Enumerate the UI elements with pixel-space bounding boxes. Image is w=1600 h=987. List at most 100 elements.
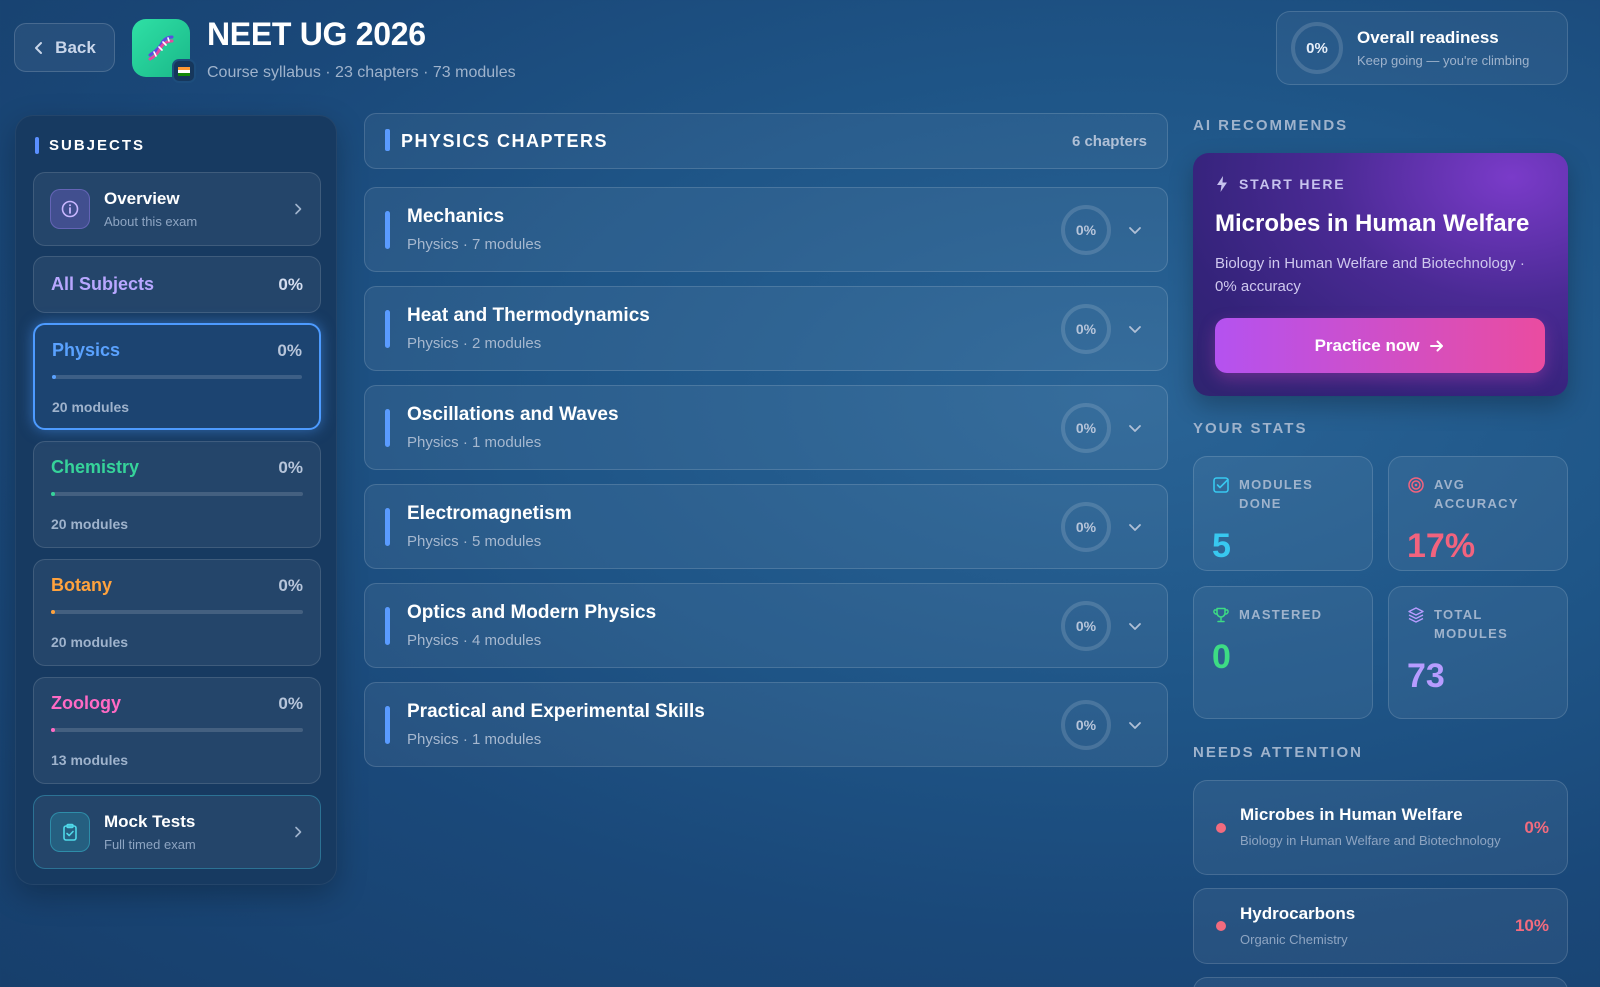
attention-title: Hydrocarbons [1240,903,1356,923]
chevron-down-icon[interactable] [1127,420,1143,436]
chevron-left-icon [35,41,43,54]
subject-name: Chemistry [51,457,140,477]
page-title: NEET UG 2026 [207,16,426,52]
chapter-title: Practical and Experimental Skills [407,701,705,722]
attention-item[interactable]: Microbes in Human Welfare Biology in Hum… [1193,780,1568,875]
chevron-right-icon [295,203,302,215]
chapter-accent-bar [385,507,390,546]
dna-icon [148,35,174,61]
subject-modules: 20 modules [52,399,130,415]
subject-progress-bar [51,492,303,496]
subject-modules: 20 modules [51,634,129,650]
chevron-down-icon[interactable] [1127,222,1143,238]
chapter-subtitle: Physics · 7 modules [407,236,542,253]
mock-tests-subtitle: Full timed exam [104,837,196,852]
chapter-card[interactable]: Heat and Thermodynamics Physics · 2 modu… [364,286,1168,371]
info-icon [61,200,79,218]
info-icon-box [50,189,90,229]
stat-card-total-modules: TOTAL MODULES 73 [1388,586,1568,719]
chapter-progress-ring: 0% [1061,303,1111,354]
trophy-icon [1213,607,1229,623]
stat-value: 0 [1212,638,1231,676]
chapter-subtitle: Physics · 5 modules [407,533,542,550]
subject-modules: 20 modules [51,516,129,532]
chapter-card[interactable]: Mechanics Physics · 7 modules 0% [364,187,1168,272]
attention-pct: 10% [1514,916,1549,935]
subject-card-chemistry[interactable]: Chemistry 0% 20 modules [33,441,321,548]
subject-card-botany[interactable]: Botany 0% 20 modules [33,559,321,666]
stat-value: 73 [1407,657,1445,695]
start-here-label: START HERE [1239,176,1346,192]
attention-subtitle: Organic Chemistry [1240,931,1348,947]
checkbox-icon [1213,477,1229,493]
mock-tests-button[interactable]: Mock Tests Full timed exam [33,795,321,869]
subject-pct: 0% [277,340,302,360]
ai-recommendation-description: Biology in Human Welfare and Biotechnolo… [1215,255,1525,295]
sidebar-title: SUBJECTS [35,137,145,154]
app-logo [132,19,196,83]
chapter-accent-bar [385,309,390,348]
subject-card-zoology[interactable]: Zoology 0% 13 modules [33,677,321,784]
start-here-tag: START HERE [1215,175,1546,193]
subject-pct: 0% [278,575,303,595]
stat-card-avg-accuracy: AVG ACCURACY 17% [1388,456,1568,571]
chevron-down-icon[interactable] [1127,717,1143,733]
chapter-accent-bar [385,210,390,249]
overview-title: Overview [104,189,180,208]
target-icon [1408,477,1424,493]
subjects-sidebar: SUBJECTS Overview About this exam All Su… [15,115,337,885]
practice-now-label: Practice now [1314,335,1420,355]
stat-label: AVG ACCURACY [1434,477,1519,511]
subject-card-physics[interactable]: Physics 0% 20 modules [33,323,321,430]
chevron-down-icon[interactable] [1127,618,1143,634]
chevron-down-icon[interactable] [1127,321,1143,337]
subject-name: Zoology [51,693,121,713]
progress-fill [52,375,56,379]
stat-card-modules-done: MODULES DONE 5 [1193,456,1373,571]
readiness-subtitle: Keep going — you're climbing [1357,53,1530,68]
chapter-title: Oscillations and Waves [407,404,619,425]
overview-button[interactable]: Overview About this exam [33,172,321,246]
chapters-count: 6 chapters [1071,132,1147,150]
subject-pct: 0% [278,693,303,713]
chapter-card[interactable]: Oscillations and Waves Physics · 1 modul… [364,385,1168,470]
subject-progress-bar [52,375,302,379]
alert-dot-icon [1216,921,1226,931]
lightning-icon [1217,176,1227,192]
chapter-card[interactable]: Electromagnetism Physics · 5 modules 0% [364,484,1168,569]
stat-label: TOTAL MODULES [1434,607,1509,641]
back-button[interactable]: Back [14,23,115,72]
chapter-title: Optics and Modern Physics [407,602,657,623]
chapter-accent-bar [385,408,390,447]
attention-item[interactable]: Hydrocarbons Organic Chemistry 10% [1193,888,1568,964]
attention-subtitle: Biology in Human Welfare and Biotechnolo… [1240,833,1501,848]
subject-name: Physics [52,340,121,360]
subject-progress-bar [51,728,303,732]
practice-now-button[interactable]: Practice now [1215,318,1545,373]
chapter-progress-ring: 0% [1061,402,1111,453]
chapter-title: Mechanics [407,206,505,227]
subject-pct: 0% [278,457,303,477]
progress-fill [51,728,55,732]
chapters-header: PHYSICS CHAPTERS 6 chapters [364,113,1168,169]
chapter-title: Heat and Thermodynamics [407,305,650,326]
chapter-subtitle: Physics · 2 modules [407,335,542,352]
chapter-subtitle: Physics · 4 modules [407,632,542,649]
all-subjects-label: All Subjects [51,274,155,294]
chapter-card[interactable]: Optics and Modern Physics Physics · 4 mo… [364,583,1168,668]
chapter-subtitle: Physics · 1 modules [407,731,542,748]
ai-recommendation-card: START HERE Microbes in Human Welfare Bio… [1193,153,1568,396]
chapter-card[interactable]: Practical and Experimental Skills Physic… [364,682,1168,767]
subject-progress-bar [51,610,303,614]
all-subjects-button[interactable]: All Subjects 0% [33,256,321,313]
stat-label: MASTERED [1239,607,1323,622]
all-subjects-pct: 0% [278,274,303,294]
your-stats-title: YOUR STATS [1193,420,1308,437]
attention-item-partial[interactable] [1193,977,1568,987]
chevron-down-icon[interactable] [1127,519,1143,535]
overall-readiness-card: 0% Overall readiness Keep going — you're… [1276,11,1568,85]
chapter-accent-bar [385,705,390,744]
page-subtitle: Course syllabus · 23 chapters · 73 modul… [207,64,516,81]
layers-icon [1408,607,1424,623]
stat-value: 17% [1407,527,1476,565]
